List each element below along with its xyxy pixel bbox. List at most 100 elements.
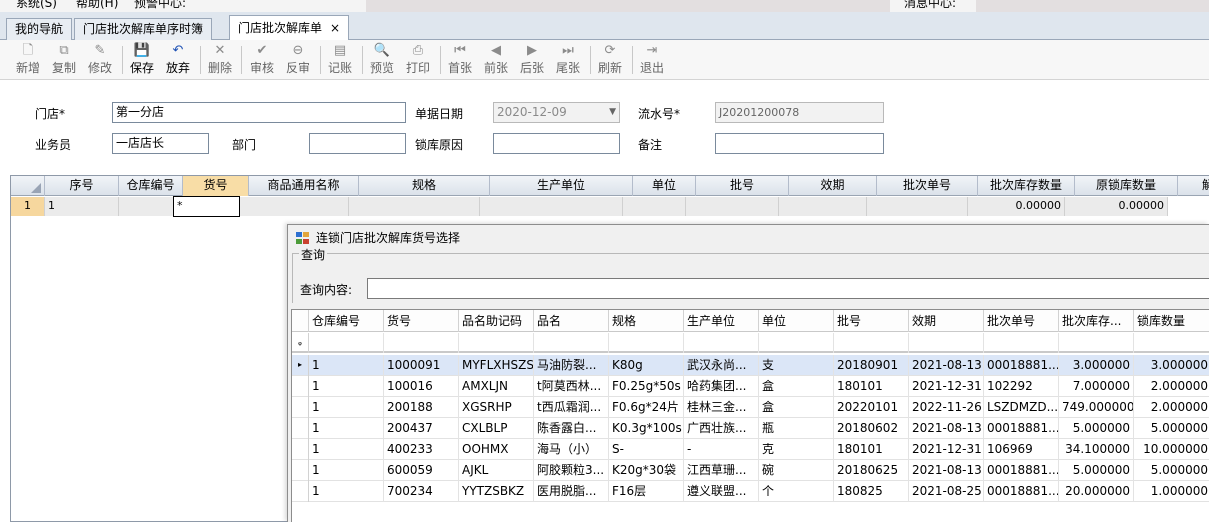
cell-unit[interactable] [623, 197, 686, 216]
row-indicator[interactable]: 1 [11, 197, 45, 216]
cell-mnemonic[interactable]: XGSRHP [459, 397, 534, 418]
print-button[interactable]: ⎙ 打印 [401, 42, 435, 78]
copy-button[interactable]: ⧉ 复制 [47, 42, 81, 78]
col-batch-order[interactable]: 批次单号 [877, 176, 978, 196]
next-button[interactable]: ▶ 后张 [515, 42, 549, 78]
cell-unit[interactable]: 克 [759, 439, 834, 460]
edit-button[interactable]: ✎ 修改 [83, 42, 117, 78]
cell-batch-stock[interactable]: 34.100000 [1059, 439, 1134, 460]
approve-button[interactable]: ✔ 审核 [245, 42, 279, 78]
cell-spec[interactable]: K20g*30袋 [609, 460, 684, 481]
cell-batch-order[interactable]: 106969 [984, 439, 1059, 460]
cell-batch-order[interactable]: LSZDMZD... [984, 397, 1059, 418]
col-warehouse[interactable]: 仓库编号 [309, 310, 384, 332]
cell-unit[interactable]: 瓶 [759, 418, 834, 439]
cell-product-name[interactable]: t阿莫西林... [534, 376, 609, 397]
new-button[interactable]: 🗋 新增 [11, 42, 45, 78]
cell-warehouse[interactable]: 1 [309, 376, 384, 397]
goods-grid[interactable]: 仓库编号 货号 品名助记码 品名 规格 生产单位 单位 批号 效期 批次单号 批… [291, 309, 1209, 522]
cell-product-name[interactable]: 阿胶颗粒3... [534, 460, 609, 481]
table-row[interactable]: 1 700234 YYTZSBKZ 医用脱脂... F16层 遵义联盟... 个 180825… [292, 481, 1209, 502]
staff-field[interactable]: 一店店长 [112, 133, 209, 154]
cell-unit[interactable]: 盒 [759, 397, 834, 418]
cell-mnemonic[interactable]: AJKL [459, 460, 534, 481]
menu-message-center[interactable]: 消息中心: [904, 0, 956, 10]
tab-unlock-journal[interactable]: 门店批次解库单序时簿 [74, 18, 213, 40]
cell-warehouse[interactable]: 1 [309, 355, 384, 376]
cell-mnemonic[interactable]: MYFLXHSZS [459, 355, 534, 376]
cell-batch-stock[interactable]: 749.000000 [1059, 397, 1134, 418]
filter-cell[interactable] [984, 333, 1059, 353]
filter-cell[interactable] [384, 333, 459, 353]
cell-lock-qty[interactable]: 3.000000 [1134, 355, 1209, 376]
cell-manufacturer[interactable]: 遵义联盟... [684, 481, 759, 502]
cell-batch-no[interactable]: 20180602 [834, 418, 909, 439]
preview-button[interactable]: 🔍 预览 [365, 42, 399, 78]
cell-batch-order[interactable]: 102292 [984, 376, 1059, 397]
cell-mnemonic[interactable]: YYTZSBKZ [459, 481, 534, 502]
filter-cell[interactable] [834, 333, 909, 353]
cell-batch-no[interactable]: 180825 [834, 481, 909, 502]
cell-batch-no[interactable] [686, 197, 779, 216]
col-unlock[interactable]: 解库 [1178, 176, 1209, 196]
cell-batch-no[interactable]: 180101 [834, 439, 909, 460]
cell-expiry[interactable]: 2021-08-13 [909, 460, 984, 481]
cell-product-name[interactable]: 马油防裂... [534, 355, 609, 376]
cell-batch-stock[interactable]: 5.000000 [1059, 460, 1134, 481]
cell-warehouse[interactable]: 1 [309, 418, 384, 439]
menu-alert-center[interactable]: 预警中心: [134, 0, 186, 10]
refresh-button[interactable]: ⟳ 刷新 [593, 42, 627, 78]
cell-batch-no[interactable]: 20180625 [834, 460, 909, 481]
col-unit[interactable]: 单位 [759, 310, 834, 332]
save-button[interactable]: 💾 保存 [125, 42, 159, 78]
tab-my-navigation[interactable]: 我的导航 [6, 18, 73, 40]
row-indicator[interactable] [292, 376, 309, 397]
cell-mnemonic[interactable]: CXLBLP [459, 418, 534, 439]
col-mnemonic[interactable]: 品名助记码 [459, 310, 534, 332]
filter-icon[interactable]: ᵩ [292, 333, 309, 353]
col-batch-no[interactable]: 批号 [696, 176, 789, 196]
filter-row[interactable]: ᵩ [292, 333, 1209, 353]
cell-product-name[interactable]: 陈香露白... [534, 418, 609, 439]
query-input[interactable] [367, 278, 1209, 299]
cell-spec[interactable]: F0.6g*24片 [609, 397, 684, 418]
menu-system[interactable]: 系统(S) [16, 0, 57, 10]
table-row[interactable]: 1 200188 XGSRHP t西瓜霜润... F0.6g*24片 桂林三金... 盒 20… [292, 397, 1209, 418]
col-unit[interactable]: 单位 [633, 176, 696, 196]
row-indicator[interactable] [292, 397, 309, 418]
cell-product-name[interactable]: 医用脱脂... [534, 481, 609, 502]
table-row[interactable]: 1 1 * 0.00000 0.00000 [11, 196, 1209, 217]
col-batch-order[interactable]: 批次单号 [984, 310, 1059, 332]
cell-goods-no[interactable]: 100016 [384, 376, 459, 397]
cell-lock-qty[interactable]: 1.000000 [1134, 481, 1209, 502]
cell-batch-stock[interactable]: 0.00000 [968, 197, 1065, 216]
cell-expiry[interactable]: 2021-12-31 [909, 376, 984, 397]
cell-mnemonic[interactable]: OOHMX [459, 439, 534, 460]
col-spec[interactable]: 规格 [609, 310, 684, 332]
current-row-icon[interactable]: ▸ [292, 355, 309, 376]
cell-manufacturer[interactable]: 桂林三金... [684, 397, 759, 418]
cell-warehouse[interactable]: 1 [309, 460, 384, 481]
col-batch-stock[interactable]: 批次库存数量 [978, 176, 1075, 196]
remark-field[interactable] [715, 133, 884, 154]
row-indicator[interactable] [292, 439, 309, 460]
row-indicator[interactable] [292, 418, 309, 439]
cell-batch-order[interactable]: 00018881... [984, 355, 1059, 376]
filter-cell[interactable] [534, 333, 609, 353]
cell-batch-order[interactable] [867, 197, 968, 216]
col-seq[interactable]: 序号 [45, 176, 119, 196]
table-row[interactable]: 1 100016 AMXLJN t阿莫西林... F0.25g*50s 哈药集团... 盒 1… [292, 376, 1209, 397]
cell-lock-qty[interactable]: 2.000000 [1134, 397, 1209, 418]
cell-batch-stock[interactable]: 20.000000 [1059, 481, 1134, 502]
cell-batch-no[interactable]: 20180901 [834, 355, 909, 376]
unapprove-button[interactable]: ⊖ 反审 [281, 42, 315, 78]
cell-lock-qty[interactable]: 5.000000 [1134, 460, 1209, 481]
cell-expiry[interactable]: 2021-08-13 [909, 355, 984, 376]
cell-manufacturer[interactable]: - [684, 439, 759, 460]
cell-warehouse[interactable]: 1 [309, 397, 384, 418]
serial-field[interactable]: J20201200078 [715, 102, 884, 123]
cell-manufacturer[interactable]: 武汉永尚... [684, 355, 759, 376]
store-field[interactable]: 第一分店 [112, 102, 406, 123]
cell-unit[interactable]: 个 [759, 481, 834, 502]
cell-batch-no[interactable]: 20220101 [834, 397, 909, 418]
